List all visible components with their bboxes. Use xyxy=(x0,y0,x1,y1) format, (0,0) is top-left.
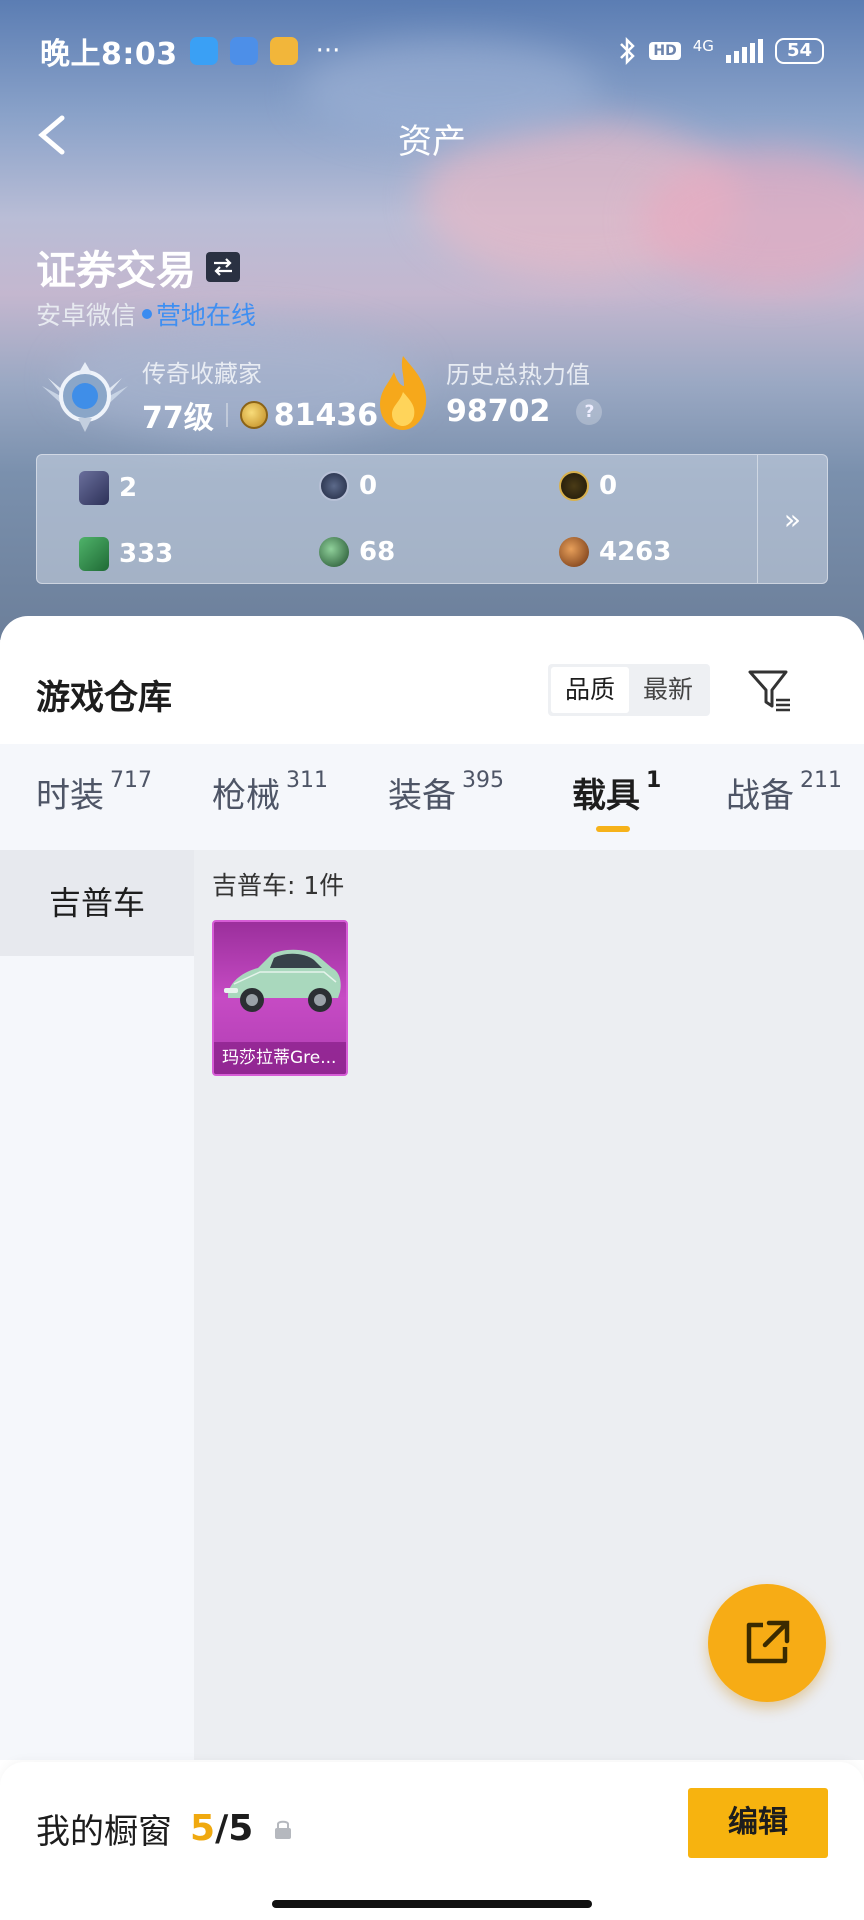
asset-header: 晚上8:03 ··· HD 4G 54 资产 证券交易 安卓微信 营地在线 传奇… xyxy=(0,0,864,640)
item-card[interactable]: 玛莎拉蒂Gre... xyxy=(212,920,348,1076)
page-title: 资产 xyxy=(398,122,466,162)
green-card-icon xyxy=(79,537,109,571)
heat-value: 98702 xyxy=(446,394,551,429)
subcategory-jeep[interactable]: 吉普车 xyxy=(0,850,194,956)
bronze-coin-icon xyxy=(559,537,589,567)
profile-name-text: 证券交易 xyxy=(36,248,196,294)
resource-item: 68 xyxy=(319,537,395,567)
home-indicator[interactable] xyxy=(272,1900,592,1908)
gold-medal-icon xyxy=(559,471,589,501)
sort-newest-button[interactable]: 最新 xyxy=(629,667,707,713)
group-label: 吉普车: 1件 xyxy=(212,871,345,900)
warehouse-title: 游戏仓库 xyxy=(36,678,172,718)
battery-indicator: 54 xyxy=(774,38,824,64)
showcase-title: 我的橱窗 5 / 5 xyxy=(36,1804,293,1853)
rank-label: 传奇收藏家 xyxy=(142,360,262,388)
edit-button[interactable]: 编辑 xyxy=(688,1788,828,1858)
notification-app-icon xyxy=(189,37,218,65)
green-orb-icon xyxy=(319,537,349,567)
tab-weapons[interactable]: 枪械 311 xyxy=(212,768,328,817)
status-bar: 晚上8:03 ··· HD 4G 54 xyxy=(40,28,824,74)
card-icon xyxy=(79,471,109,505)
status-time: 晚上8:03 xyxy=(40,37,178,72)
notification-game-icon xyxy=(269,37,298,65)
showcase-used: 5 xyxy=(190,1808,216,1849)
platform-label: 安卓微信 xyxy=(36,301,137,330)
category-tabs: 时装 717 枪械 311 装备 395 载具 1 战备 211 xyxy=(0,744,864,850)
tab-vehicles[interactable]: 载具 1 xyxy=(572,768,661,817)
showcase-total: 5 xyxy=(228,1808,254,1849)
item-name: 玛莎拉蒂Gre... xyxy=(214,1042,346,1074)
resource-item: 0 xyxy=(319,471,377,501)
resource-panel: 2 0 0 333 68 4263 » xyxy=(36,454,828,584)
network-type: 4G xyxy=(692,37,714,55)
profile-name: 证券交易 xyxy=(36,238,240,296)
sort-quality-button[interactable]: 品质 xyxy=(551,667,630,713)
car-image xyxy=(224,949,341,1012)
tab-equipment[interactable]: 装备 395 xyxy=(388,768,504,817)
switch-account-icon[interactable] xyxy=(206,252,240,282)
profile-subtitle: 安卓微信 营地在线 xyxy=(36,296,256,332)
resource-item: 333 xyxy=(79,537,173,571)
heat-label: 历史总热力值 xyxy=(446,361,590,389)
flame-icon xyxy=(380,356,427,430)
silver-medal-icon xyxy=(319,471,349,501)
notification-card-icon xyxy=(229,37,258,65)
share-button[interactable] xyxy=(708,1584,826,1702)
collector-rank[interactable]: 传奇收藏家 77级 81436 xyxy=(38,354,378,437)
lock-icon xyxy=(275,1820,292,1839)
help-icon[interactable]: ? xyxy=(576,398,603,425)
collection-points-icon xyxy=(239,401,268,429)
resource-item: 2 xyxy=(79,471,137,505)
online-status: 营地在线 xyxy=(156,301,257,330)
player-level: 77级 xyxy=(142,401,214,436)
collector-badge-icon xyxy=(42,361,128,432)
resource-item: 4263 xyxy=(559,537,671,567)
subcategory-sidebar: 吉普车 xyxy=(0,850,194,1760)
signal-icon xyxy=(725,39,763,63)
collection-points: 81436 xyxy=(273,397,379,433)
filter-icon[interactable] xyxy=(746,666,794,714)
hd-icon: HD xyxy=(649,42,681,60)
bluetooth-icon xyxy=(620,36,636,66)
tab-battle-gear[interactable]: 战备 211 xyxy=(726,768,842,817)
heat-stat: 历史总热力值 98702 ? xyxy=(374,352,603,432)
more-notifications-icon: ··· xyxy=(315,36,341,66)
share-external-icon xyxy=(746,1620,790,1664)
resource-item: 0 xyxy=(559,471,617,501)
resources-more-button[interactable]: » xyxy=(757,455,827,583)
online-dot-icon xyxy=(142,309,153,319)
tab-fashion[interactable]: 时装 717 xyxy=(36,768,152,817)
active-tab-indicator xyxy=(596,826,630,832)
showcase-footer: 我的橱窗 5 / 5 编辑 xyxy=(0,1762,864,1920)
nav-bar: 资产 xyxy=(0,108,864,162)
sort-toggle: 品质 最新 xyxy=(548,664,711,716)
